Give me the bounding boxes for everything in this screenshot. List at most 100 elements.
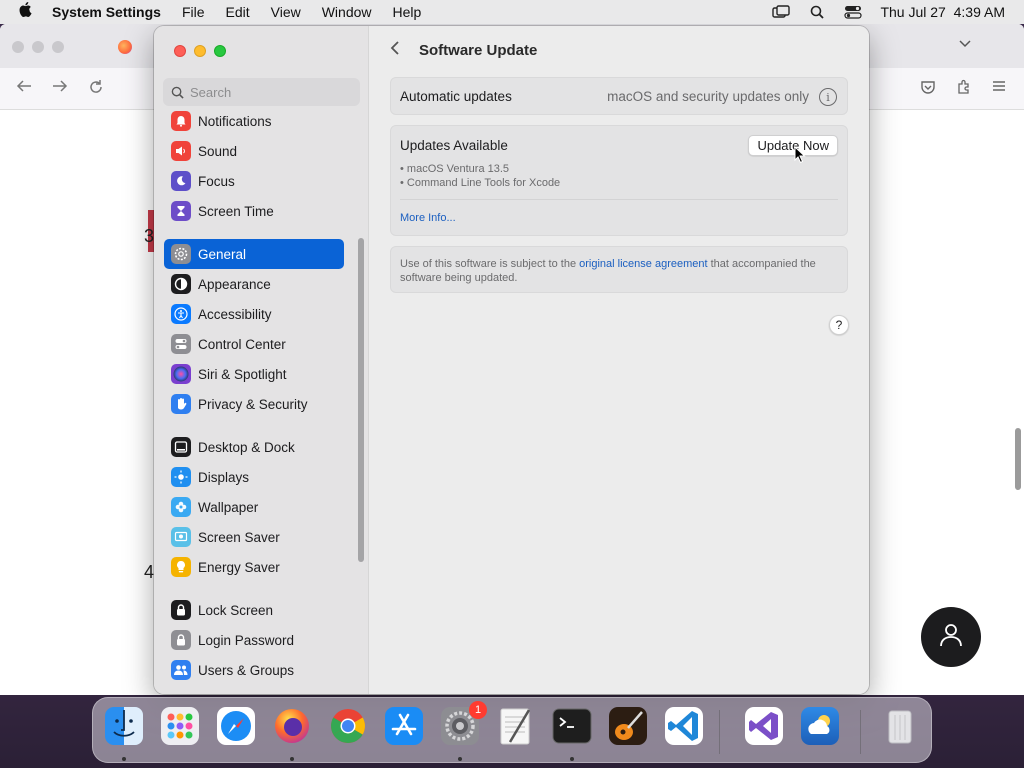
info-icon[interactable]: i (819, 88, 837, 106)
sidebar-item-label: Sound (198, 143, 238, 159)
browser-scrollbar[interactable] (1015, 428, 1021, 490)
screen-mirroring-icon[interactable] (772, 5, 791, 19)
dock-app-garageband[interactable] (605, 705, 651, 751)
browser-minimize-button[interactable] (32, 41, 44, 53)
sidebar-item-displays[interactable]: Displays (164, 462, 344, 492)
dock-app-weather[interactable] (797, 705, 843, 751)
gear-icon (171, 244, 191, 264)
window-controls (174, 45, 226, 57)
flower-icon (171, 497, 191, 517)
chrome-icon (328, 706, 368, 751)
sidebar-item-appearance[interactable]: Appearance (164, 269, 344, 299)
dock-app-trash[interactable] (877, 705, 923, 751)
license-text: Use of this software is subject to the o… (400, 257, 840, 285)
sidebar-item-lock-screen[interactable]: Lock Screen (164, 595, 344, 625)
notification-badge: 1 (469, 701, 487, 719)
firefox-icon (272, 706, 312, 751)
menu-view[interactable]: View (271, 4, 301, 20)
dock-app-system-settings[interactable]: 1 (437, 701, 487, 751)
dock-app-firefox[interactable] (269, 705, 315, 751)
control-center-menu-icon[interactable] (844, 5, 863, 19)
back-chevron-icon[interactable] (389, 40, 401, 61)
dock-app-app-store[interactable] (381, 705, 427, 751)
minimize-window-button[interactable] (194, 45, 206, 57)
page-section-number: 4 (144, 562, 155, 582)
spotlight-search-icon[interactable] (808, 5, 826, 19)
browser-reload-icon[interactable] (88, 79, 104, 100)
menu-file[interactable]: File (182, 4, 205, 20)
sidebar-scrollbar[interactable] (358, 238, 364, 562)
menu-window[interactable]: Window (322, 4, 372, 20)
dock-app-launchpad[interactable] (157, 705, 203, 751)
sidebar-item-general[interactable]: General (164, 239, 344, 269)
sidebar-item-notifications[interactable]: Notifications (164, 106, 344, 136)
sidebar-item-focus[interactable]: Focus (164, 166, 344, 196)
help-button[interactable]: ? (829, 315, 849, 335)
hourglass-icon (171, 201, 191, 221)
pocket-icon[interactable] (920, 79, 936, 100)
sidebar-search-field[interactable]: Search (163, 78, 360, 106)
browser-menu-icon[interactable] (992, 79, 1006, 98)
browser-maximize-button[interactable] (52, 41, 64, 53)
sidebar-item-accessibility[interactable]: Accessibility (164, 299, 344, 329)
search-icon (171, 86, 184, 99)
sidebar-item-siri-spotlight[interactable]: Siri & Spotlight (164, 359, 344, 389)
update-item: • Command Line Tools for Xcode (400, 177, 561, 189)
dock-app-chrome[interactable] (325, 705, 371, 751)
sidebar-item-wallpaper[interactable]: Wallpaper (164, 492, 344, 522)
screen-saver-icon (171, 527, 191, 547)
updates-available-card: Updates Available Update Now • macOS Ven… (390, 125, 848, 236)
account-fab-button[interactable] (921, 607, 981, 667)
menu-clock[interactable]: Thu Jul 27 4:39 AM (880, 4, 1005, 20)
dock-app-finder[interactable] (101, 705, 147, 751)
dock-app-visual-studio-code[interactable] (661, 705, 707, 751)
updates-available-label: Updates Available (400, 138, 508, 153)
menu-help[interactable]: Help (393, 4, 422, 20)
visual-studio-icon (744, 706, 784, 751)
sidebar-item-label: Wallpaper (198, 499, 259, 515)
guitar-icon (608, 706, 648, 751)
sidebar-item-label: Screen Saver (198, 529, 280, 545)
more-info-link[interactable]: More Info... (400, 212, 456, 224)
sidebar-item-label: Privacy & Security (198, 396, 308, 412)
sidebar-item-privacy-security[interactable]: Privacy & Security (164, 389, 344, 419)
vscode-icon (664, 706, 704, 751)
automatic-updates-row: Automatic updates macOS and security upd… (390, 77, 848, 115)
search-placeholder: Search (190, 84, 232, 100)
sidebar-item-energy-saver[interactable]: Energy Saver (164, 552, 344, 582)
sidebar-item-screen-saver[interactable]: Screen Saver (164, 522, 344, 552)
sidebar-item-label: Control Center (198, 336, 286, 352)
automatic-updates-value: macOS and security updates only (607, 89, 809, 104)
browser-tab-favicon-icon[interactable] (118, 40, 132, 54)
apple-menu-icon[interactable] (0, 1, 52, 23)
dock-app-textedit[interactable] (493, 705, 539, 751)
page-title: Software Update (419, 42, 538, 59)
menu-edit[interactable]: Edit (226, 4, 250, 20)
sidebar-item-desktop-dock[interactable]: Desktop & Dock (164, 432, 344, 462)
browser-forward-icon[interactable] (52, 79, 68, 98)
finder-icon (104, 706, 144, 751)
software-update-pane: Software Update Automatic updates macOS … (369, 26, 869, 694)
bell-icon (171, 111, 191, 131)
browser-close-button[interactable] (12, 41, 24, 53)
dock-app-terminal[interactable] (549, 705, 595, 751)
maximize-window-button[interactable] (214, 45, 226, 57)
close-window-button[interactable] (174, 45, 186, 57)
sidebar-item-users-groups[interactable]: Users & Groups (164, 655, 344, 685)
sidebar-item-label: Users & Groups (198, 662, 295, 678)
dock-app-visual-studio[interactable] (741, 705, 787, 751)
sidebar-item-sound[interactable]: Sound (164, 136, 344, 166)
launchpad-icon (160, 706, 200, 751)
browser-back-icon[interactable] (16, 79, 32, 98)
extensions-icon[interactable] (956, 79, 972, 100)
sidebar-item-label: General (198, 246, 247, 262)
sidebar-item-screen-time[interactable]: Screen Time (164, 196, 344, 226)
sidebar-item-login-password[interactable]: Login Password (164, 625, 344, 655)
dock-app-safari[interactable] (213, 705, 259, 751)
sidebar-item-control-center[interactable]: Control Center (164, 329, 344, 359)
settings-sidebar: Search Notifications Sound Focus Screen Tim… (154, 26, 369, 694)
license-agreement-link[interactable]: original license agreement (579, 258, 707, 270)
tab-list-chevron-icon[interactable] (958, 36, 972, 52)
lock-icon (171, 600, 191, 620)
menu-app-name[interactable]: System Settings (52, 4, 161, 20)
